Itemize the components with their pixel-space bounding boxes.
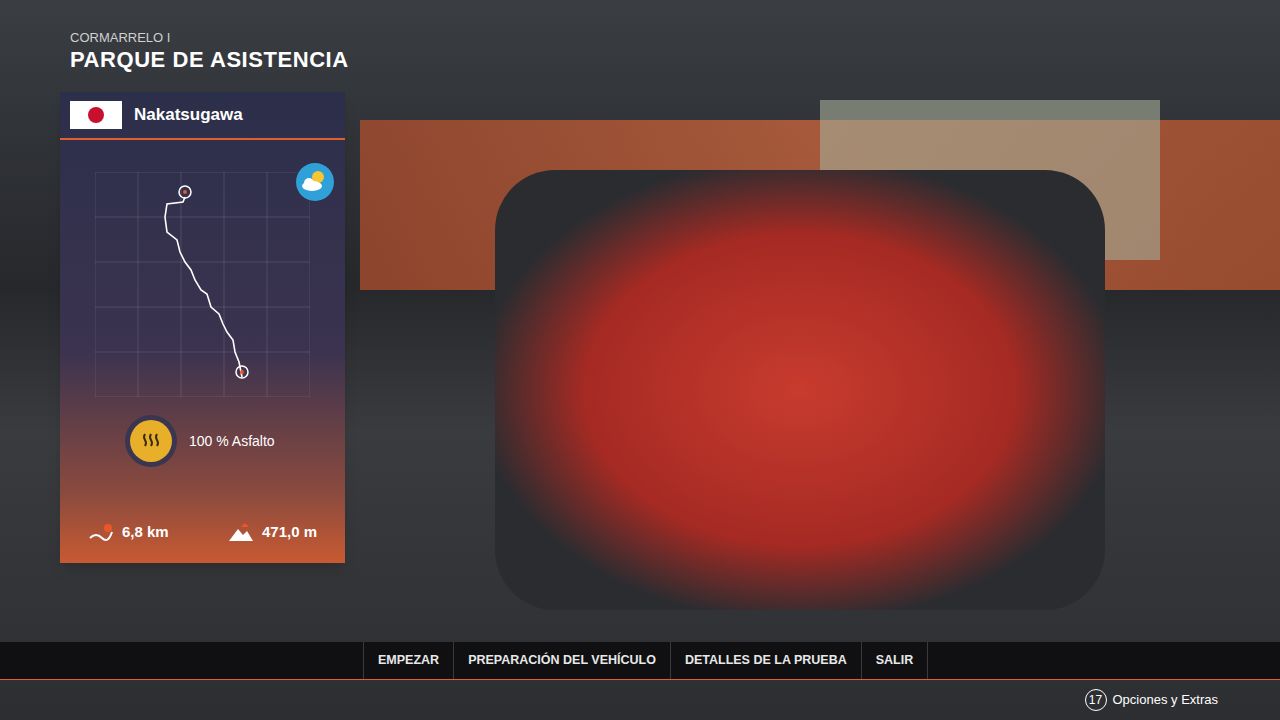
stage-card-header: Nakatsugawa xyxy=(60,92,345,140)
options-label[interactable]: Opciones y Extras xyxy=(1113,690,1219,710)
screen-header: CORMARRELO IPARQUE DE ASISTENCIA xyxy=(0,0,1280,74)
menu-item[interactable]: DETALLES DE LA PRUEBA xyxy=(670,642,861,679)
stage-card: Nakatsugawa 100 % Asfalto 6,8 km 471,0 m xyxy=(60,92,345,563)
asphalt-surface-icon xyxy=(125,415,177,467)
menu-item[interactable]: SALIR xyxy=(861,642,928,679)
game-screen: CORMARRELO IPARQUE DE ASISTENCIA Nakatsug… xyxy=(0,0,1280,720)
event-subtitle: CORMARRELO I xyxy=(70,30,1280,46)
menu-item[interactable]: EMPEZAR xyxy=(363,642,453,679)
options-button-badge[interactable]: 17 xyxy=(1085,689,1107,711)
screen-title: PARQUE DE ASISTENCIA xyxy=(70,46,1280,74)
surface-label: 100 % Asfalto xyxy=(189,431,275,452)
stage-name: Nakatsugawa xyxy=(134,102,243,128)
footer-bar: 17 Opciones y Extras xyxy=(0,680,1280,720)
stage-distance: 6,8 km xyxy=(122,521,169,544)
japan-flag-icon xyxy=(70,101,122,129)
menu-item[interactable]: PREPARACIÓN DEL VEHÍCULO xyxy=(453,642,670,679)
distance-icon xyxy=(88,522,114,542)
route-map-icon xyxy=(95,172,310,397)
elevation-icon xyxy=(228,522,254,542)
menu-bar: EMPEZARPREPARACIÓN DEL VEHÍCULODETALLES … xyxy=(0,642,1280,680)
sun-cloud-icon xyxy=(295,162,335,202)
stage-elevation: 471,0 m xyxy=(262,521,317,544)
